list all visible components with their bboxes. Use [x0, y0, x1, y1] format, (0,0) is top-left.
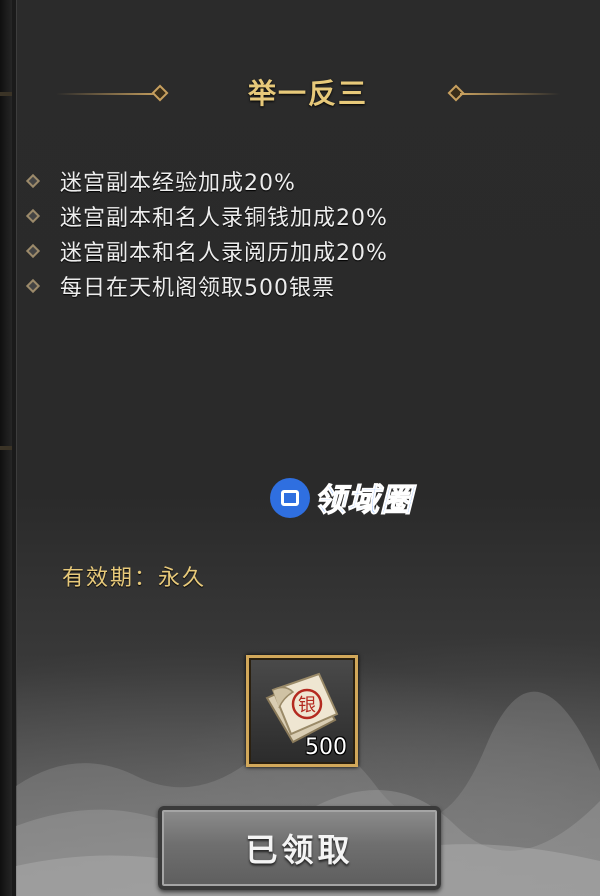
claimed-button-label: 已领取 [245, 831, 354, 869]
validity-label: 有效期： [62, 566, 159, 591]
title-ornament-right [460, 93, 560, 95]
card-title: 举一反三 [247, 77, 368, 110]
benefit-item: 迷宫副本经验加成20% [22, 163, 388, 198]
validity-value: 永久 [158, 566, 207, 591]
benefit-text: 迷宫副本和名人录铜钱加成20% [60, 205, 388, 231]
watermark: 领域圈 [270, 476, 413, 520]
reward-item-slot[interactable]: 银 500 [246, 655, 358, 767]
watermark-text: 领域圈 [313, 481, 414, 520]
benefit-list: 迷宫副本经验加成20% 迷宫副本和名人录铜钱加成20% 迷宫副本和名人录阅历加成… [22, 163, 388, 303]
watermark-logo-icon [270, 478, 310, 518]
diamond-bullet-icon [25, 208, 41, 223]
popup-frame: 举一反三 迷宫副本经验加成20% 迷宫副本和名人录铜钱加成20% 迷宫副本和名人… [0, 0, 600, 896]
benefit-text: 迷宫副本经验加成20% [60, 170, 296, 196]
benefit-text: 每日在天机阁领取500银票 [60, 275, 335, 301]
benefit-item: 迷宫副本和名人录阅历加成20% [22, 233, 388, 268]
diamond-bullet-icon [25, 278, 41, 293]
rail-notch [0, 446, 12, 450]
reward-count: 500 [305, 735, 347, 760]
diamond-bullet-icon [25, 243, 41, 258]
reward-stamp: 银 [298, 695, 316, 716]
diamond-bullet-icon [25, 173, 41, 188]
benefit-text: 迷宫副本和名人录阅历加成20% [60, 240, 388, 266]
benefit-item: 每日在天机阁领取500银票 [22, 268, 388, 303]
claimed-button[interactable]: 已领取 [158, 806, 441, 890]
validity-period: 有效期：永久 [62, 560, 206, 592]
benefit-item: 迷宫副本和名人录铜钱加成20% [22, 198, 388, 233]
title-row: 举一反三 [16, 62, 600, 122]
rail-notch [0, 92, 12, 96]
left-rail [0, 0, 12, 896]
